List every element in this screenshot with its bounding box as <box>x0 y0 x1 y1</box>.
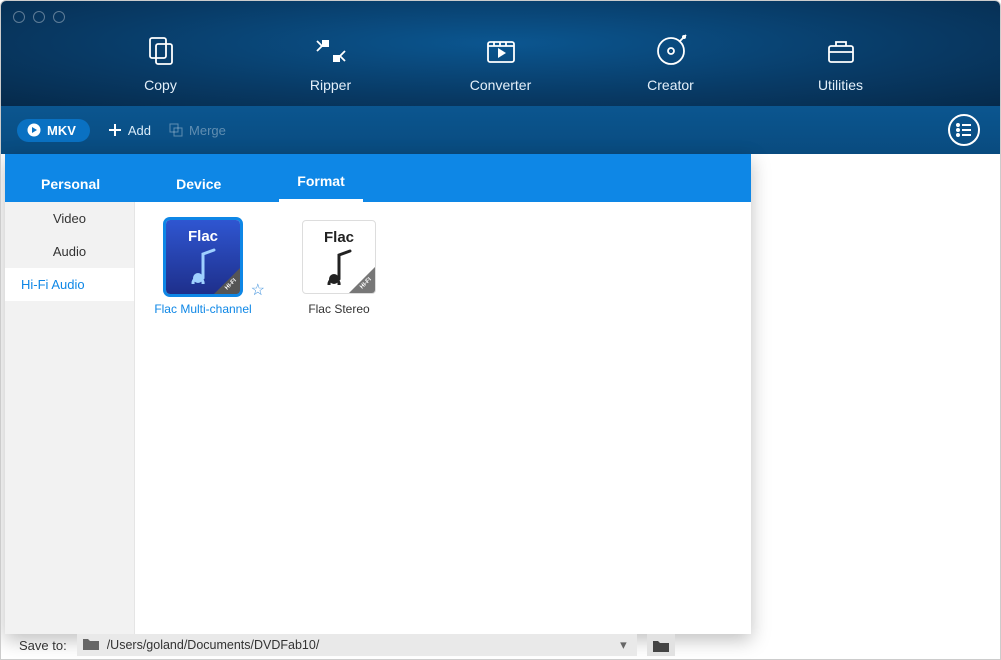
list-icon <box>956 123 972 137</box>
save-path-box: ▾ <box>77 634 637 656</box>
save-bar: Save to: ▾ <box>1 631 1000 659</box>
tab-format[interactable]: Format <box>279 159 362 202</box>
mode-label: MKV <box>47 123 76 138</box>
menu-button[interactable] <box>948 114 980 146</box>
merge-label: Merge <box>189 123 226 138</box>
tab-device[interactable]: Device <box>158 162 239 202</box>
ripper-icon <box>286 31 376 71</box>
format-caption: Flac Multi-channel <box>153 302 253 316</box>
nav-item-utilities[interactable]: Utilities <box>796 31 886 93</box>
merge-icon <box>169 123 183 137</box>
nav-label: Ripper <box>286 77 376 93</box>
add-button[interactable]: Add <box>108 123 151 138</box>
add-label: Add <box>128 123 151 138</box>
format-item-flac-stereo[interactable]: Flac HI-FI Flac Stereo <box>289 220 389 316</box>
format-panel: Personal Device Format Video Audio Hi-Fi… <box>5 154 751 634</box>
favorite-star-icon[interactable]: ☆ <box>251 280 265 300</box>
minimize-dot[interactable] <box>33 11 45 23</box>
format-thumb: Flac HI-FI <box>302 220 376 294</box>
nav-label: Converter <box>456 77 546 93</box>
zoom-dot[interactable] <box>53 11 65 23</box>
nav-item-creator[interactable]: Creator <box>626 31 716 93</box>
nav-label: Creator <box>626 77 716 93</box>
thumb-label: Flac <box>188 228 218 245</box>
format-caption: Flac Stereo <box>289 302 389 316</box>
folder-icon <box>83 637 99 653</box>
thumb-label: Flac <box>324 229 354 246</box>
format-item-flac-multichannel[interactable]: Flac HI-FI ☆ Flac Multi-channel <box>153 220 253 316</box>
header: Copy Ripper Converter Creator <box>1 1 1000 106</box>
plus-icon <box>108 123 122 137</box>
sidebar-item-hifi-audio[interactable]: Hi-Fi Audio <box>5 268 134 301</box>
save-to-label: Save to: <box>19 638 67 653</box>
sidebar-item-video[interactable]: Video <box>5 202 134 235</box>
action-toolbar: MKV Add Merge <box>1 106 1000 154</box>
main-nav: Copy Ripper Converter Creator <box>1 31 1000 93</box>
merge-button: Merge <box>169 123 226 138</box>
app-window: Copy Ripper Converter Creator <box>0 0 1001 660</box>
utilities-icon <box>796 31 886 71</box>
nav-item-converter[interactable]: Converter <box>456 31 546 93</box>
format-thumb: Flac HI-FI <box>166 220 240 294</box>
water-decoration <box>381 91 1000 106</box>
save-path-input[interactable] <box>107 638 608 652</box>
hifi-badge-icon: HI-FI <box>349 267 375 293</box>
nav-item-ripper[interactable]: Ripper <box>286 31 376 93</box>
arrow-right-circle-icon <box>27 123 41 137</box>
tab-personal[interactable]: Personal <box>23 162 118 202</box>
creator-icon <box>626 31 716 71</box>
hifi-badge-icon: HI-FI <box>214 268 240 294</box>
window-controls <box>13 11 65 23</box>
copy-icon <box>116 31 206 71</box>
nav-item-copy[interactable]: Copy <box>116 31 206 93</box>
path-dropdown-caret[interactable]: ▾ <box>616 637 631 653</box>
nav-label: Utilities <box>796 77 886 93</box>
folder-icon <box>653 639 669 652</box>
panel-tabs: Personal Device Format <box>5 154 751 202</box>
sidebar: Video Audio Hi-Fi Audio <box>5 202 135 634</box>
sidebar-item-audio[interactable]: Audio <box>5 235 134 268</box>
converter-icon <box>456 31 546 71</box>
nav-label: Copy <box>116 77 206 93</box>
close-dot[interactable] <box>13 11 25 23</box>
browse-button[interactable] <box>647 634 675 656</box>
mode-pill[interactable]: MKV <box>17 119 90 142</box>
format-grid: Flac HI-FI ☆ Flac Multi-channel <box>135 202 751 634</box>
panel-body: Video Audio Hi-Fi Audio Flac HI-FI <box>5 202 751 634</box>
